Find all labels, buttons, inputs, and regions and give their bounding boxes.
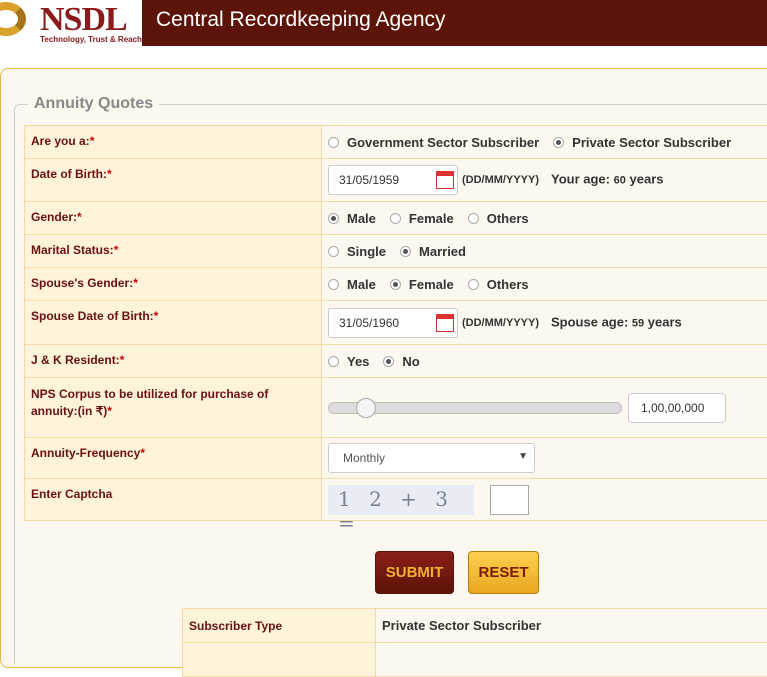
reset-button[interactable]: RESET [468, 551, 539, 594]
radio-option[interactable]: Private Sector Subscriber [553, 135, 731, 150]
logo-tagline: Technology, Trust & Reach [40, 35, 142, 44]
radio-option[interactable]: Male [328, 211, 376, 226]
header: NSDL Technology, Trust & Reach Central R… [0, 0, 767, 46]
radio-label: Others [487, 211, 529, 226]
page-title: Central Recordkeeping Agency [142, 0, 767, 46]
result-label: Subscriber Type [183, 609, 376, 643]
radio-button[interactable] [328, 213, 339, 224]
radio-label: Others [487, 277, 529, 292]
radio-button[interactable] [328, 246, 339, 257]
calendar-icon[interactable] [436, 171, 454, 189]
spouse-age-label: Spouse age: [551, 314, 628, 329]
radio-option[interactable]: No [383, 354, 419, 369]
label-spouse-dob: Spouse Date of Birth:* [25, 301, 322, 345]
logo-emblem-icon [0, 2, 26, 36]
jk-radio-group: Yes No [322, 345, 767, 378]
radio-option[interactable]: Single [328, 244, 386, 259]
submit-button[interactable]: SUBMIT [375, 551, 454, 594]
label-marital: Marital Status:* [25, 235, 322, 268]
radio-label: Yes [347, 354, 369, 369]
dob-input[interactable]: 31/05/1959 [328, 165, 458, 195]
radio-option[interactable]: Male [328, 277, 376, 292]
radio-option[interactable]: Female [390, 211, 454, 226]
annuity-form: Are you a:* Government Sector Subscriber… [24, 125, 767, 521]
radio-label: Male [347, 277, 376, 292]
radio-option[interactable]: Female [390, 277, 454, 292]
label-captcha: Enter Captcha [25, 479, 322, 521]
logo-name: NSDL [40, 1, 127, 39]
label-spouse-gender: Spouse's Gender:* [25, 268, 322, 301]
dob-format: (DD/MM/YYYY) [462, 174, 539, 186]
corpus-input[interactable]: 1,00,00,000 [628, 393, 726, 423]
radio-label: Single [347, 244, 386, 259]
radio-button[interactable] [468, 279, 479, 290]
radio-button[interactable] [390, 213, 401, 224]
label-frequency: Annuity-Frequency* [25, 438, 322, 479]
radio-button[interactable] [328, 356, 339, 367]
slider-handle[interactable] [356, 398, 376, 418]
spouse-dob-format: (DD/MM/YYYY) [462, 317, 539, 329]
gender-radio-group: Male Female Others [322, 202, 767, 235]
captcha-input[interactable] [490, 485, 529, 515]
label-gender: Gender:* [25, 202, 322, 235]
age-label: Your age: [551, 171, 610, 186]
radio-option[interactable]: Others [468, 277, 529, 292]
label-dob: Date of Birth:* [25, 159, 322, 202]
radio-label: No [402, 354, 419, 369]
spouse-age-unit: years [648, 314, 682, 329]
chevron-down-icon: ▼ [518, 451, 528, 462]
radio-label: Male [347, 211, 376, 226]
radio-option[interactable]: Others [468, 211, 529, 226]
radio-label: Married [419, 244, 466, 259]
age-value: 60 [614, 174, 626, 186]
frequency-select[interactable]: Monthly▼ [328, 443, 535, 473]
radio-option[interactable]: Yes [328, 354, 369, 369]
radio-button[interactable] [468, 213, 479, 224]
radio-option[interactable]: Married [400, 244, 466, 259]
result-value: Private Sector Subscriber [376, 609, 767, 643]
result-table: Subscriber TypePrivate Sector Subscriber [182, 608, 767, 677]
marital-radio-group: Single Married [322, 235, 767, 268]
radio-button[interactable] [553, 137, 564, 148]
spouse-age-value: 59 [632, 317, 644, 329]
radio-option[interactable]: Government Sector Subscriber [328, 135, 539, 150]
corpus-slider[interactable] [328, 402, 622, 414]
calendar-icon[interactable] [436, 314, 454, 332]
spouse-gender-radio-group: Male Female Others [322, 268, 767, 301]
radio-button[interactable] [383, 356, 394, 367]
fieldset-legend: Annuity Quotes [28, 95, 159, 113]
table-row: Subscriber TypePrivate Sector Subscriber [183, 609, 767, 643]
nsdl-logo[interactable]: NSDL Technology, Trust & Reach [0, 0, 142, 46]
radio-label: Government Sector Subscriber [347, 135, 539, 150]
label-subscriber: Are you a:* [25, 126, 322, 159]
radio-label: Female [409, 211, 454, 226]
captcha-image: 1 2 + 3 = [328, 485, 474, 515]
subscriber-radio-group: Government Sector Subscriber Private Sect… [322, 126, 767, 159]
radio-label: Private Sector Subscriber [572, 135, 731, 150]
label-corpus: NPS Corpus to be utilized for purchase o… [25, 378, 322, 438]
radio-button[interactable] [328, 279, 339, 290]
age-unit: years [630, 171, 664, 186]
radio-button[interactable] [400, 246, 411, 257]
spouse-dob-input[interactable]: 31/05/1960 [328, 308, 458, 338]
radio-button[interactable] [328, 137, 339, 148]
radio-label: Female [409, 277, 454, 292]
radio-button[interactable] [390, 279, 401, 290]
label-jk: J & K Resident:* [25, 345, 322, 378]
